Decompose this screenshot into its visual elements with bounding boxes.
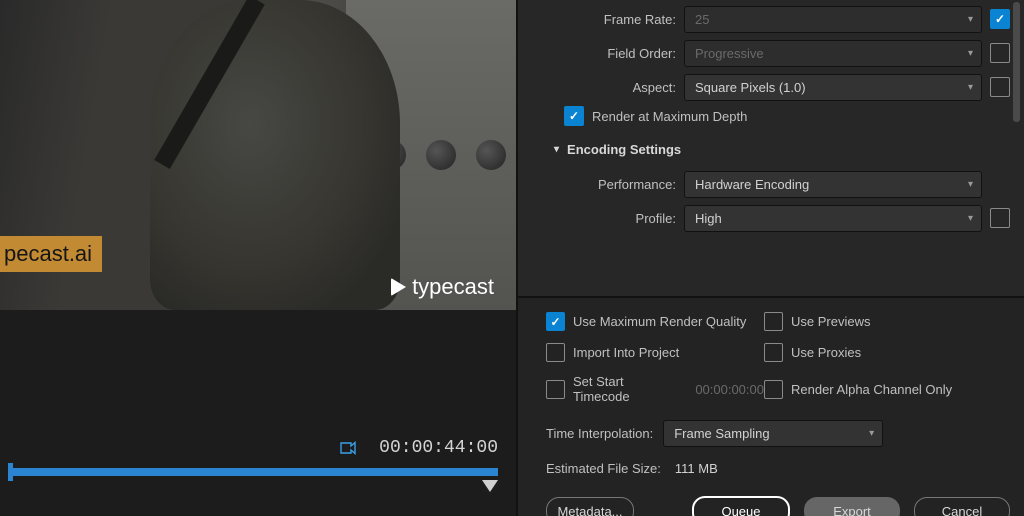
use-previews-checkbox[interactable]: Use Previews [764, 312, 1010, 331]
typecast-logo: typecast [391, 274, 494, 300]
frame-rate-dropdown[interactable]: 25 ▾ [684, 6, 982, 33]
chevron-down-icon: ▾ [968, 48, 973, 59]
encoding-settings-header[interactable]: ▾ Encoding Settings [554, 142, 1010, 157]
frame-rate-label: Frame Rate: [518, 12, 684, 27]
field-order-label: Field Order: [518, 46, 684, 61]
performance-label: Performance: [518, 177, 684, 192]
video-preview[interactable]: pecast.ai typecast [0, 0, 516, 310]
render-max-depth-checkbox[interactable] [564, 106, 584, 126]
metadata-button[interactable]: Metadata... [546, 497, 634, 516]
out-point-icon[interactable] [338, 438, 358, 458]
work-area-bar[interactable] [8, 468, 498, 476]
field-order-dropdown[interactable]: Progressive ▾ [684, 40, 982, 67]
preview-pane: pecast.ai typecast 00:00:44:00 [0, 0, 516, 516]
profile-link-checkbox[interactable] [990, 208, 1010, 228]
scrollbar[interactable] [1013, 2, 1020, 122]
set-start-timecode-checkbox[interactable]: Set Start Timecode 00:00:00:00 [546, 374, 764, 404]
chevron-down-icon: ▾ [968, 82, 973, 93]
playhead-icon[interactable] [482, 480, 498, 492]
render-alpha-only-checkbox[interactable]: Render Alpha Channel Only [764, 374, 1010, 404]
render-max-depth-label: Render at Maximum Depth [592, 109, 747, 124]
export-settings-pane: Frame Rate: 25 ▾ Field Order: Progressiv… [516, 0, 1024, 516]
out-timecode[interactable]: 00:00:44:00 [379, 438, 498, 458]
field-order-link-checkbox[interactable] [990, 43, 1010, 63]
url-overlay: pecast.ai [0, 236, 102, 272]
max-render-quality-checkbox[interactable]: Use Maximum Render Quality [546, 312, 764, 331]
chevron-down-icon: ▾ [968, 14, 973, 25]
time-interpolation-label: Time Interpolation: [546, 426, 653, 441]
play-triangle-icon [391, 278, 406, 296]
aspect-dropdown[interactable]: Square Pixels (1.0) ▾ [684, 74, 982, 101]
queue-button[interactable]: Queue [692, 496, 790, 516]
performance-dropdown[interactable]: Hardware Encoding ▾ [684, 171, 982, 198]
aspect-label: Aspect: [518, 80, 684, 95]
chevron-down-icon: ▾ [869, 428, 874, 439]
export-button[interactable]: Export [804, 497, 900, 516]
chevron-down-icon: ▾ [968, 213, 973, 224]
timeline-area: 00:00:44:00 [0, 310, 516, 516]
aspect-link-checkbox[interactable] [990, 77, 1010, 97]
estimated-size-label: Estimated File Size: [546, 461, 661, 476]
chevron-down-icon: ▾ [968, 179, 973, 190]
use-proxies-checkbox[interactable]: Use Proxies [764, 343, 1010, 362]
import-into-project-checkbox[interactable]: Import Into Project [546, 343, 764, 362]
logo-text: typecast [412, 274, 494, 300]
cancel-button[interactable]: Cancel [914, 497, 1010, 516]
export-lower-panel: Use Maximum Render Quality Use Previews … [518, 296, 1024, 516]
timeline-track[interactable] [8, 468, 498, 476]
start-timecode-value: 00:00:00:00 [695, 382, 764, 397]
estimated-size-value: 111 MB [675, 461, 718, 476]
video-settings-scroll[interactable]: Frame Rate: 25 ▾ Field Order: Progressiv… [518, 0, 1024, 296]
frame-rate-link-checkbox[interactable] [990, 9, 1010, 29]
time-interpolation-dropdown[interactable]: Frame Sampling ▾ [663, 420, 883, 447]
profile-dropdown[interactable]: High ▾ [684, 205, 982, 232]
profile-label: Profile: [518, 211, 684, 226]
chevron-down-icon: ▾ [554, 144, 559, 155]
